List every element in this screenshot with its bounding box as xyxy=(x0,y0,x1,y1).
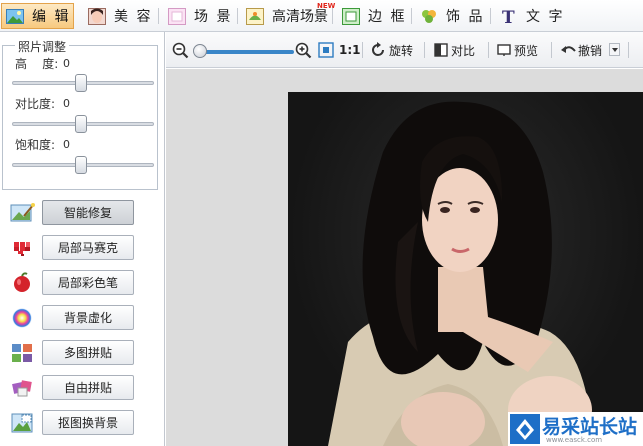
landscape-icon xyxy=(6,8,24,25)
portrait-photo xyxy=(328,101,593,446)
edited-photo[interactable] xyxy=(288,92,643,446)
brightness-label: 高 度: xyxy=(15,57,59,71)
local-color-pen-button[interactable]: 局部彩色笔 xyxy=(42,270,134,295)
brightness-slider-thumb[interactable] xyxy=(75,74,87,92)
svg-text:T: T xyxy=(502,8,517,25)
menu-scene[interactable]: 场 景 xyxy=(164,3,236,29)
face-icon xyxy=(88,7,106,25)
zoom-slider-thumb[interactable] xyxy=(193,44,207,58)
saturation-label: 饱和度: xyxy=(15,138,56,152)
compare-icon xyxy=(434,43,448,57)
hd-scene-icon xyxy=(246,7,264,25)
menu-edit[interactable]: 编 辑 xyxy=(1,3,74,29)
toolbar-divider xyxy=(488,42,489,58)
brightness-value: 0 xyxy=(63,57,70,70)
menu-divider xyxy=(237,8,238,24)
menu-text[interactable]: T 文 字 xyxy=(496,3,568,29)
menu-divider xyxy=(411,8,412,24)
main-menu-bar: 编 辑 美 容 场 景 高清场景 NEW 边 框 饰 品 T 文 字 xyxy=(0,0,643,32)
undo-icon xyxy=(561,46,576,53)
tool-multi-collage[interactable]: 多图拼贴 xyxy=(10,340,140,366)
compare-button[interactable]: 对比 xyxy=(434,41,475,59)
undo-dropdown[interactable] xyxy=(609,43,620,56)
watermark-brand: 易采站长站 xyxy=(542,416,638,438)
menu-beauty[interactable]: 美 容 xyxy=(84,3,156,29)
menu-divider xyxy=(158,8,159,24)
contrast-slider-thumb[interactable] xyxy=(75,115,87,133)
rotate-icon xyxy=(372,42,384,56)
tool-free-collage[interactable]: 自由拼贴 xyxy=(10,375,140,401)
apple-icon xyxy=(10,272,36,294)
fit-window-icon[interactable] xyxy=(318,41,334,59)
rotate-button[interactable]: 旋转 xyxy=(370,41,413,59)
watermark-logo: 易采站长站 www.easck.com xyxy=(508,412,643,446)
smart-repair-button[interactable]: 智能修复 xyxy=(42,200,134,225)
scene-frame-icon xyxy=(168,7,186,25)
saturation-value: 0 xyxy=(63,138,70,151)
grid-collage-icon xyxy=(10,342,36,364)
watermark-url: www.easck.com xyxy=(546,436,603,444)
cutout-icon xyxy=(10,412,36,434)
zoom-out-icon[interactable] xyxy=(172,41,189,59)
tool-smart-repair[interactable]: 智能修复 xyxy=(10,200,140,226)
actual-size-button[interactable]: 1:1 xyxy=(339,41,361,59)
cutout-background-button[interactable]: 抠图换背景 xyxy=(42,410,134,435)
preview-icon xyxy=(497,44,511,56)
multi-collage-button[interactable]: 多图拼贴 xyxy=(42,340,134,365)
chevron-down-icon xyxy=(611,47,618,52)
tool-local-color-pen[interactable]: 局部彩色笔 xyxy=(10,270,140,296)
tool-local-mosaic[interactable]: 局部马赛克 xyxy=(10,235,140,261)
tool-cutout-background[interactable]: 抠图换背景 xyxy=(10,410,140,436)
undo-button[interactable]: 撤销 xyxy=(560,41,602,59)
zoom-in-icon[interactable] xyxy=(295,41,312,59)
background-blur-button[interactable]: 背景虚化 xyxy=(42,305,134,330)
toolbar-divider xyxy=(362,42,363,58)
saturation-slider-thumb[interactable] xyxy=(75,156,87,174)
menu-divider xyxy=(490,8,491,24)
toolbar-divider xyxy=(551,42,552,58)
local-mosaic-button[interactable]: 局部马赛克 xyxy=(42,235,134,260)
tool-background-blur[interactable]: 背景虚化 xyxy=(10,305,140,331)
contrast-label: 对比度: xyxy=(15,97,56,111)
toolbar-divider xyxy=(628,42,629,58)
mosaic-heart-icon xyxy=(10,237,36,259)
free-collage-button[interactable]: 自由拼贴 xyxy=(42,375,134,400)
left-panel: 照片调整 高 度: 0 对比度: 0 饱和度: 0 智能修复 局部马赛克 局部彩… xyxy=(0,32,165,446)
zoom-slider-track[interactable] xyxy=(202,50,294,54)
photo-adjust-title: 照片调整 xyxy=(15,38,70,55)
free-collage-icon xyxy=(10,377,36,399)
border-frame-icon xyxy=(342,7,360,25)
magic-wand-icon xyxy=(10,202,36,224)
contrast-value: 0 xyxy=(63,97,70,110)
menu-border[interactable]: 边 框 xyxy=(338,3,410,29)
color-blur-icon xyxy=(10,307,36,329)
toolbar-divider xyxy=(424,42,425,58)
menu-accessories[interactable]: 饰 品 xyxy=(416,3,488,29)
text-t-icon: T xyxy=(500,8,518,28)
photo-adjust-group: 照片调整 高 度: 0 对比度: 0 饱和度: 0 xyxy=(2,38,158,190)
preview-button[interactable]: 预览 xyxy=(497,41,538,59)
menu-divider xyxy=(332,8,333,24)
clover-icon xyxy=(420,8,438,25)
